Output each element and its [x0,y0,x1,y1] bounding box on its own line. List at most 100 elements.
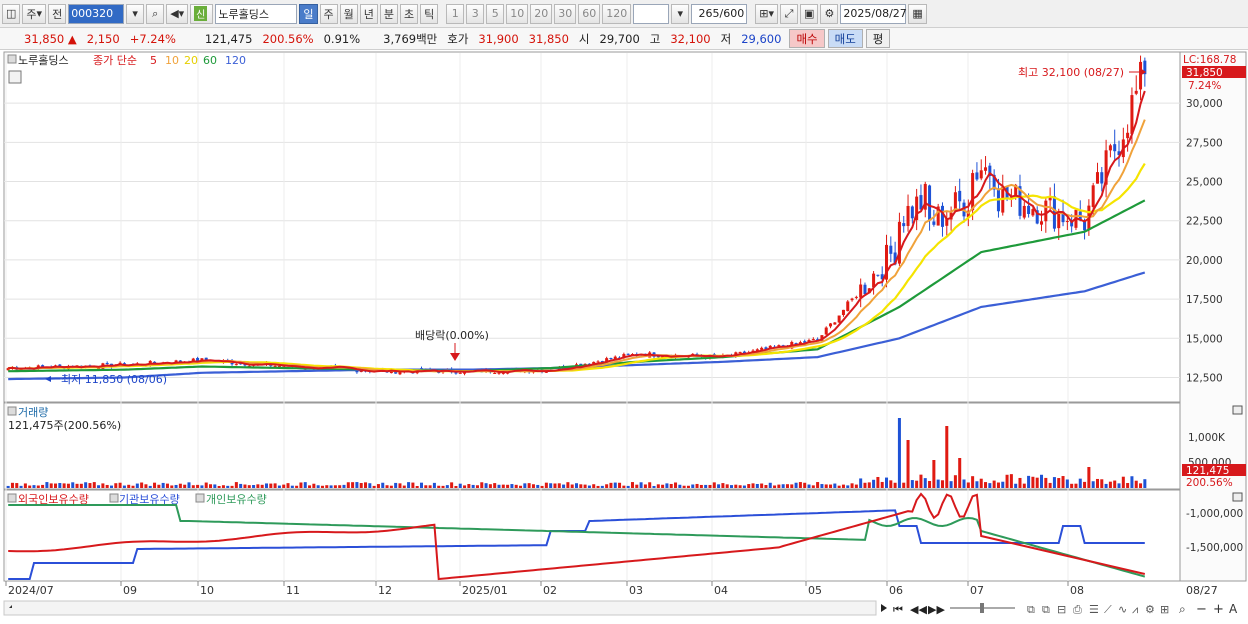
interval-5[interactable]: 5 [486,3,505,24]
volume-bar [833,483,837,488]
volume-bar [32,485,36,488]
interval-20[interactable]: 20 [530,3,553,24]
calendar-icon[interactable]: ▦ [908,3,927,24]
interval-10[interactable]: 10 [506,3,529,24]
x-axis-label: 2024/07 [8,584,54,597]
stock-chart[interactable]: 노루홀딩스 종가 단순 5 10 20 60 120 배당락(0.00%) 최고… [0,51,1248,621]
volume-bar [458,483,462,488]
count-field[interactable]: 265/600 [691,3,748,24]
paste-icon[interactable]: ⧉ [1042,603,1050,616]
layout-icon[interactable]: ◫ [2,3,21,24]
period-year[interactable]: 년 [359,3,378,24]
volume-bar [428,485,432,488]
horizontal-scrollbar[interactable] [3,600,877,616]
period-day[interactable]: 일 [299,3,318,24]
first-page-icon[interactable]: ⏮ [893,603,903,616]
trend-tool-icon[interactable]: ⩘ [1132,603,1138,616]
volume-bar [398,483,402,488]
buy-button[interactable]: 매수 [789,29,825,48]
market-type-select[interactable]: 주 ▾ [22,3,47,24]
line-tool-icon[interactable]: ⟋ [1104,603,1112,616]
volume-bar [351,482,355,488]
period-week[interactable]: 주 [319,3,338,24]
average-button[interactable]: 평 [865,29,891,48]
sell-button[interactable]: 매도 [827,29,863,48]
settings-tool-icon[interactable]: ⚙ [1145,603,1155,616]
shin-badge[interactable]: 신 [190,3,214,24]
volume-bar [454,485,458,488]
volume-bar [97,485,101,488]
interval-60[interactable]: 60 [578,3,601,24]
search-icon[interactable]: ⌕ [146,3,165,24]
volume-bar [312,483,316,488]
quote-bar: 31,850 ▲ 2,150 +7.24% 121,475 200.56% 0.… [0,28,1248,50]
candle-body [1057,211,1061,229]
volume-bar [919,474,923,488]
zoom-out-icon[interactable]: − [1196,602,1207,617]
candle-body [859,284,863,298]
calculator-icon[interactable] [8,70,22,84]
chart-area[interactable]: 노루홀딩스 종가 단순 5 10 20 60 120 배당락(0.00%) 최고… [0,51,1248,621]
code-dropdown-icon[interactable]: ▾ [126,3,145,24]
candle-body [626,353,630,355]
next-page-icon[interactable]: ▶▶ [928,603,945,616]
font-size-icon[interactable]: A [1229,602,1238,616]
y-axis-area [1179,51,1247,582]
volume-bar [333,485,337,488]
candle-body [454,372,458,374]
layout-split-icon[interactable]: ⊟ [1057,603,1066,616]
volume-bar [734,484,738,488]
volume-bar [23,483,27,488]
zoom-search-icon[interactable]: ⌕ [1179,602,1186,616]
prev-page-icon[interactable]: ◀◀ [910,603,927,616]
volume-bar [760,483,764,488]
print-icon[interactable]: ⎙ [1073,603,1082,616]
gear-icon[interactable]: ⚙ [820,3,839,24]
volume-bar [140,482,144,488]
price-tick-17500: 17,500 [1186,294,1223,306]
list-icon[interactable]: ☰ [1089,603,1099,616]
volume-bar [587,485,591,488]
period-second[interactable]: 초 [400,3,419,24]
volume-bar [88,483,92,488]
volume-bar [906,440,910,488]
price-value: 31,850 [24,31,65,46]
candle-type-icon[interactable]: ⊞▾ [755,3,778,24]
save-icon[interactable]: ▣ [800,3,819,24]
stock-code-input[interactable]: 000320 [68,3,125,24]
period-month[interactable]: 월 [339,3,358,24]
candle-body [1040,221,1044,225]
volume-bar [157,484,161,488]
custom-interval-input[interactable] [633,3,670,24]
candle-body [910,206,914,219]
date-field[interactable]: 2025/08/27 [840,3,907,24]
volume-bar [1001,481,1005,488]
interval-3[interactable]: 3 [466,3,485,24]
volume-bar [372,485,376,488]
zoom-slider-handle[interactable] [980,603,984,613]
legend-individual: 개인보유수량 [206,493,267,506]
crosshair-icon[interactable]: ⤢ [780,3,798,24]
chart-type-icon[interactable]: ⊞ [1160,603,1169,616]
prev-button[interactable]: 전 [48,3,67,24]
zoom-in-icon[interactable]: + [1213,602,1224,617]
period-tick[interactable]: 틱 [420,3,439,24]
x-axis-label: 08 [1070,584,1084,597]
volume-bar [114,483,118,488]
interval-120[interactable]: 120 [602,3,632,24]
wave-tool-icon[interactable]: ∿ [1118,603,1127,616]
volume-bar [622,485,626,488]
sound-icon[interactable]: ◀▾ [166,3,189,24]
volume-maximize-icon[interactable] [1232,405,1243,415]
period-minute[interactable]: 분 [379,3,398,24]
volume-bar [794,482,798,488]
copy-icon[interactable]: ⧉ [1027,603,1035,616]
volume-bar [178,483,182,488]
volume-bar [691,484,695,488]
holding-maximize-icon[interactable] [1232,492,1243,502]
volume-bar [738,485,742,488]
interval-dropdown-icon[interactable]: ▾ [671,3,690,24]
high-annotation: 최고 32,100 (08/27) [1018,66,1124,79]
interval-30[interactable]: 30 [554,3,577,24]
interval-1[interactable]: 1 [446,3,465,24]
